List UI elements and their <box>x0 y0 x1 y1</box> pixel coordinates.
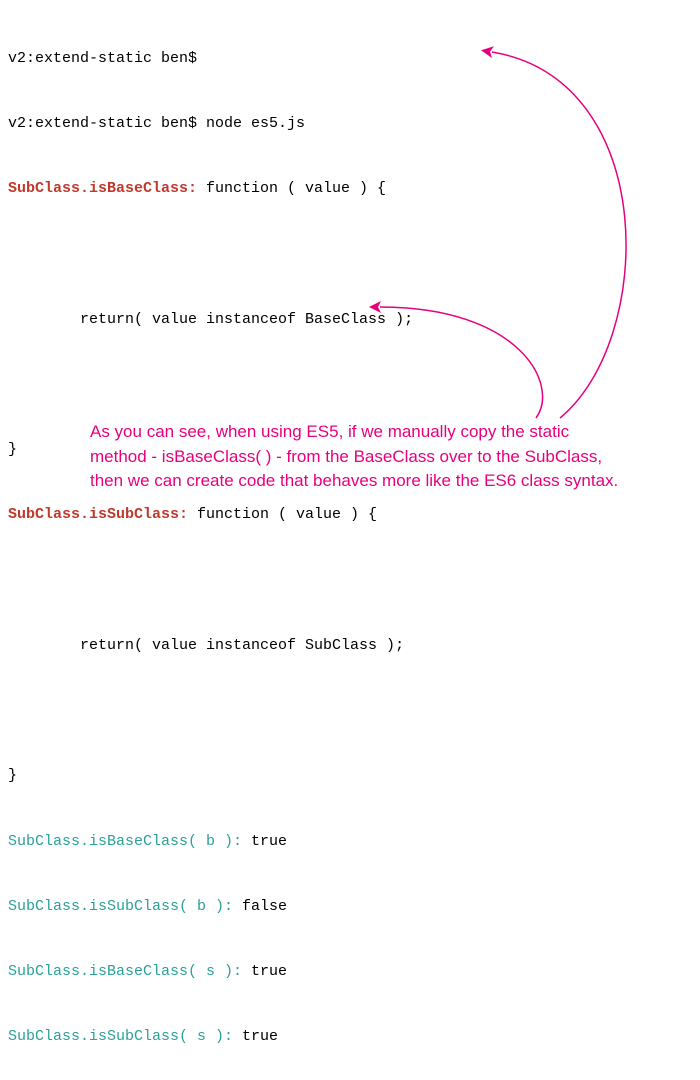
terminal-output: v2:extend-static ben$ v2:extend-static b… <box>8 4 692 1080</box>
blank-line <box>8 570 692 592</box>
out-result-3: SubClass.isBaseClass( s ): true <box>8 961 692 983</box>
out-result-2: SubClass.isSubClass( b ): false <box>8 896 692 918</box>
out-result-4: SubClass.isSubClass( s ): true <box>8 1026 692 1048</box>
out-issubclass-def-head: SubClass.isSubClass: function ( value ) … <box>8 504 692 526</box>
out-issubclass-def-body: return( value instanceof SubClass ); <box>8 635 692 657</box>
prompt-line-cmd: v2:extend-static ben$ node es5.js <box>8 113 692 135</box>
blank-line <box>8 700 692 722</box>
out-isbaseclass-def-head: SubClass.isBaseClass: function ( value )… <box>8 178 692 200</box>
blank-line <box>8 374 692 396</box>
out-result-1: SubClass.isBaseClass( b ): true <box>8 831 692 853</box>
out-issubclass-def-close: } <box>8 765 692 787</box>
blank-line <box>8 243 692 265</box>
out-isbaseclass-def-body: return( value instanceof BaseClass ); <box>8 309 692 331</box>
prompt-line-empty: v2:extend-static ben$ <box>8 48 692 70</box>
annotation-text: As you can see, when using ES5, if we ma… <box>90 420 630 494</box>
